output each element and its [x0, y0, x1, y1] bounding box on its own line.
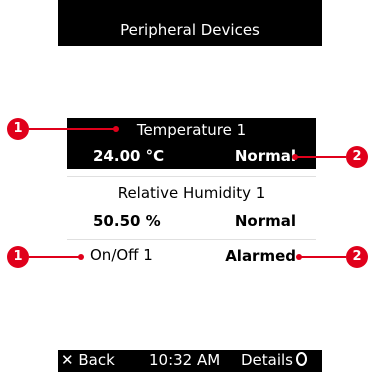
device-value: 24.00 °C [93, 147, 165, 165]
callout-line [29, 128, 118, 130]
callout-badge-1: 1 [7, 118, 29, 140]
device-item-onoff[interactable]: On/Off 1 Alarmed [67, 242, 316, 272]
device-item-humidity[interactable]: Relative Humidity 1 50.50 % Normal [67, 180, 316, 234]
device-status: Normal [234, 212, 296, 230]
device-status: Normal [234, 147, 296, 165]
callout-dot [113, 126, 119, 132]
callout-badge-2: 2 [346, 146, 368, 168]
callout-line [296, 156, 346, 158]
bottom-bar: ✕ Back 10:32 AM Details [58, 350, 322, 372]
callout-badge-1: 1 [7, 246, 29, 268]
callout-badge-2: 2 [346, 246, 368, 268]
callout-dot [292, 154, 298, 160]
device-status: Alarmed [225, 247, 296, 265]
circle-button-icon [296, 352, 308, 366]
device-name: Temperature 1 [136, 121, 247, 139]
close-icon: ✕ [61, 351, 74, 369]
device-name: Relative Humidity 1 [117, 184, 266, 202]
device-screen: Peripheral Devices Temperature 1 24.00 °… [58, 0, 322, 372]
device-value: 50.50 % [93, 212, 161, 230]
callout-line [300, 256, 346, 258]
back-button[interactable]: ✕ Back [61, 351, 115, 369]
divider [67, 239, 316, 240]
callout-line [29, 256, 81, 258]
divider [67, 176, 316, 177]
screen-title: Peripheral Devices [58, 0, 322, 46]
callout-dot [296, 254, 302, 260]
details-button[interactable]: Details [241, 351, 308, 369]
clock: 10:32 AM [149, 351, 221, 369]
device-item-temperature[interactable]: Temperature 1 24.00 °C Normal [67, 118, 316, 169]
callout-dot [78, 254, 84, 260]
